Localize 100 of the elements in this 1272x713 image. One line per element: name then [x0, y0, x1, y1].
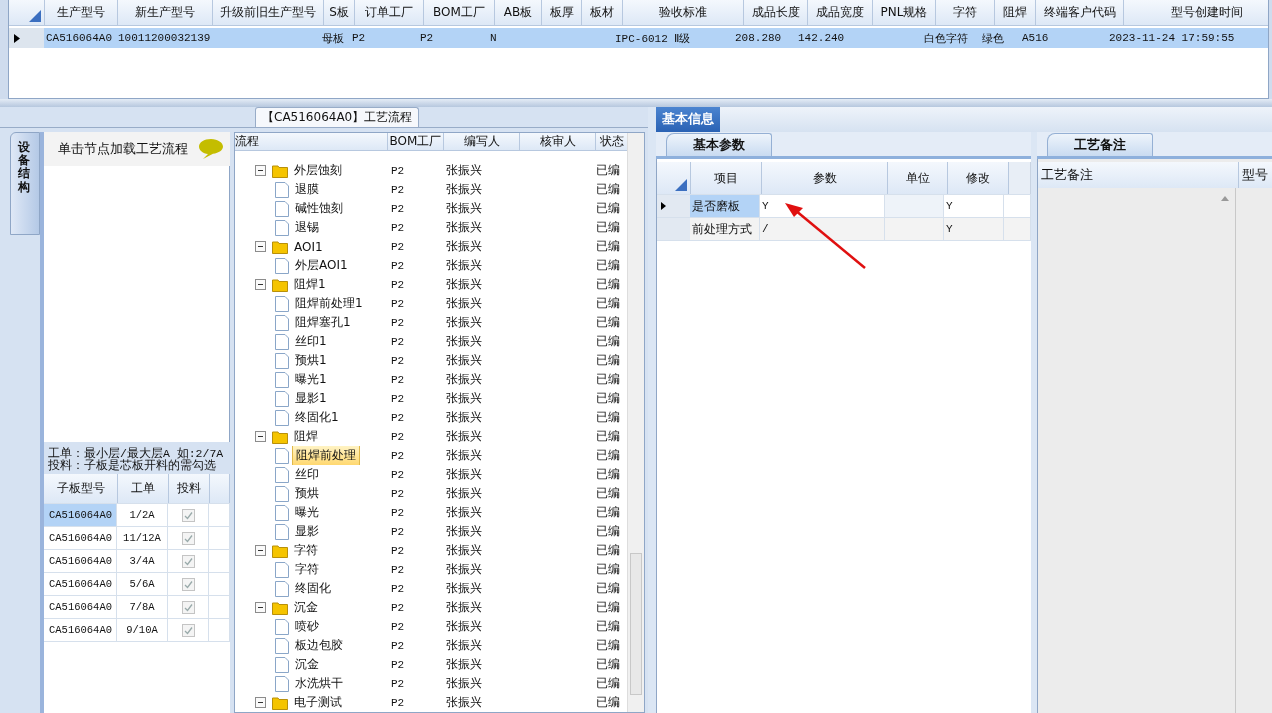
- table-cell[interactable]: CA516064A0: [44, 573, 117, 595]
- column-header[interactable]: BOM工厂: [388, 133, 444, 150]
- checkbox[interactable]: [181, 554, 195, 568]
- checkbox[interactable]: [181, 600, 195, 614]
- splitter[interactable]: [0, 99, 1272, 107]
- column-header[interactable]: 投料: [169, 474, 210, 503]
- tree-node[interactable]: 终固化1: [292, 408, 342, 427]
- table-cell: P2: [391, 544, 405, 557]
- tree-node[interactable]: 沉金: [291, 598, 321, 617]
- table-cell: 7/8A: [117, 596, 168, 618]
- table-cell: 已编: [596, 428, 620, 445]
- column-header[interactable]: 成品宽度: [808, 0, 873, 25]
- tree-node[interactable]: 阻焊: [291, 427, 321, 446]
- side-tab[interactable]: 设备结构: [10, 132, 40, 235]
- collapse-icon[interactable]: [255, 241, 266, 252]
- column-header[interactable]: 核审人: [520, 133, 596, 150]
- tree-node[interactable]: 外层AOI1: [292, 256, 351, 275]
- table-cell: 张振兴: [446, 675, 482, 692]
- column-header[interactable]: 生产型号: [45, 0, 118, 25]
- row-header[interactable]: [657, 195, 690, 217]
- process-tab[interactable]: 【CA516064A0】工艺流程: [255, 107, 420, 127]
- collapse-icon[interactable]: [255, 697, 266, 708]
- tree-node[interactable]: 碱性蚀刻: [292, 199, 346, 218]
- column-header[interactable]: 单位: [888, 162, 948, 194]
- table-cell: 张振兴: [446, 314, 482, 331]
- tree-node[interactable]: 板边包胶: [292, 636, 346, 655]
- column-header[interactable]: 验收标准: [623, 0, 744, 25]
- column-header[interactable]: 项目: [691, 162, 762, 194]
- checkbox[interactable]: [181, 508, 195, 522]
- table-cell[interactable]: 前处理方式: [690, 218, 760, 240]
- tree-node[interactable]: 电子测试: [291, 693, 345, 712]
- column-header[interactable]: 流程: [235, 133, 388, 150]
- table-cell[interactable]: CA516064A0: [44, 504, 117, 526]
- checkbox[interactable]: [181, 531, 195, 545]
- document-icon: [275, 409, 289, 426]
- tree-node[interactable]: 预烘: [292, 484, 322, 503]
- tree-node[interactable]: AOI1: [291, 238, 326, 255]
- collapse-icon[interactable]: [255, 279, 266, 290]
- column-header[interactable]: 成品长度: [744, 0, 808, 25]
- checkbox[interactable]: [181, 577, 195, 591]
- column-header[interactable]: 阻焊: [995, 0, 1036, 25]
- tree-node[interactable]: 退膜: [292, 180, 322, 199]
- tree-node[interactable]: 曝光: [292, 503, 322, 522]
- table-cell[interactable]: CA516064A0: [44, 619, 117, 641]
- scroll-up-icon[interactable]: [1221, 196, 1229, 201]
- column-header[interactable]: 子板型号: [44, 474, 118, 503]
- column-header[interactable]: 新生产型号: [118, 0, 213, 25]
- tree-node[interactable]: 阻焊塞孔1: [292, 313, 354, 332]
- grid-row[interactable]: CA516064A0 10011200032139 母板 P2 P2 N IPC-6012 Ⅱ级 208.280 142.240 白色字符 绿色 A516 2023-11-24 17:59:55: [9, 28, 1268, 48]
- column-header[interactable]: 参数: [762, 162, 888, 194]
- scrollbar[interactable]: [627, 133, 644, 712]
- tree-node[interactable]: 丝印: [292, 465, 322, 484]
- collapse-icon[interactable]: [255, 602, 266, 613]
- tree-node[interactable]: 终固化: [292, 579, 334, 598]
- tree-node[interactable]: 阻焊前处理: [292, 446, 360, 465]
- column-header[interactable]: 型号: [1239, 162, 1272, 188]
- remarks-tab[interactable]: 工艺备注: [1047, 133, 1153, 156]
- collapse-icon[interactable]: [255, 545, 266, 556]
- tree-node[interactable]: 字符: [292, 560, 322, 579]
- collapse-icon[interactable]: [255, 165, 266, 176]
- column-header[interactable]: 订单工厂: [355, 0, 424, 25]
- column-header[interactable]: 板材: [582, 0, 623, 25]
- tree-node[interactable]: 丝印1: [292, 332, 330, 351]
- tree-node[interactable]: 阻焊前处理1: [292, 294, 366, 313]
- tree-node[interactable]: 外层蚀刻: [291, 161, 345, 180]
- tree-node[interactable]: 曝光1: [292, 370, 330, 389]
- info-tab[interactable]: 基本信息: [656, 107, 720, 132]
- tree-node[interactable]: 显影: [292, 522, 322, 541]
- tree-node[interactable]: 显影1: [292, 389, 330, 408]
- tree-node[interactable]: 预烘1: [292, 351, 330, 370]
- column-header[interactable]: AB板: [495, 0, 542, 25]
- table-cell[interactable]: CA516064A0: [44, 527, 117, 549]
- params-tab[interactable]: 基本参数: [666, 133, 772, 156]
- column-header[interactable]: S板: [324, 0, 355, 25]
- tree-node[interactable]: 字符: [291, 541, 321, 560]
- table-cell[interactable]: CA516064A0: [44, 596, 117, 618]
- table-cell: 张振兴: [446, 637, 482, 654]
- column-header[interactable]: 板厚: [542, 0, 582, 25]
- document-icon: [275, 219, 289, 236]
- tree-node[interactable]: 喷砂: [292, 617, 322, 636]
- column-header[interactable]: 升级前旧生产型号: [213, 0, 324, 25]
- table-cell[interactable]: 是否磨板: [690, 195, 760, 217]
- column-header[interactable]: 终端客户代码: [1036, 0, 1124, 25]
- tree-node[interactable]: 退锡: [292, 218, 322, 237]
- column-header[interactable]: 工艺备注: [1038, 162, 1239, 188]
- folder-icon: [272, 600, 288, 615]
- tree-node[interactable]: 阻焊1: [291, 275, 329, 294]
- table-cell[interactable]: CA516064A0: [44, 550, 117, 572]
- column-header[interactable]: 编写人: [444, 133, 520, 150]
- column-header[interactable]: 型号创建时间: [1124, 0, 1268, 25]
- checkbox[interactable]: [181, 623, 195, 637]
- collapse-icon[interactable]: [255, 431, 266, 442]
- column-header[interactable]: PNL规格: [873, 0, 936, 25]
- column-header[interactable]: 工单: [118, 474, 169, 503]
- column-header[interactable]: BOM工厂: [424, 0, 495, 25]
- tree-node[interactable]: 沉金: [292, 655, 322, 674]
- tree-node[interactable]: 水洗烘干: [292, 674, 346, 693]
- table-cell: 142.240: [798, 32, 845, 44]
- column-header[interactable]: 字符: [936, 0, 995, 25]
- row-header[interactable]: [9, 28, 44, 48]
